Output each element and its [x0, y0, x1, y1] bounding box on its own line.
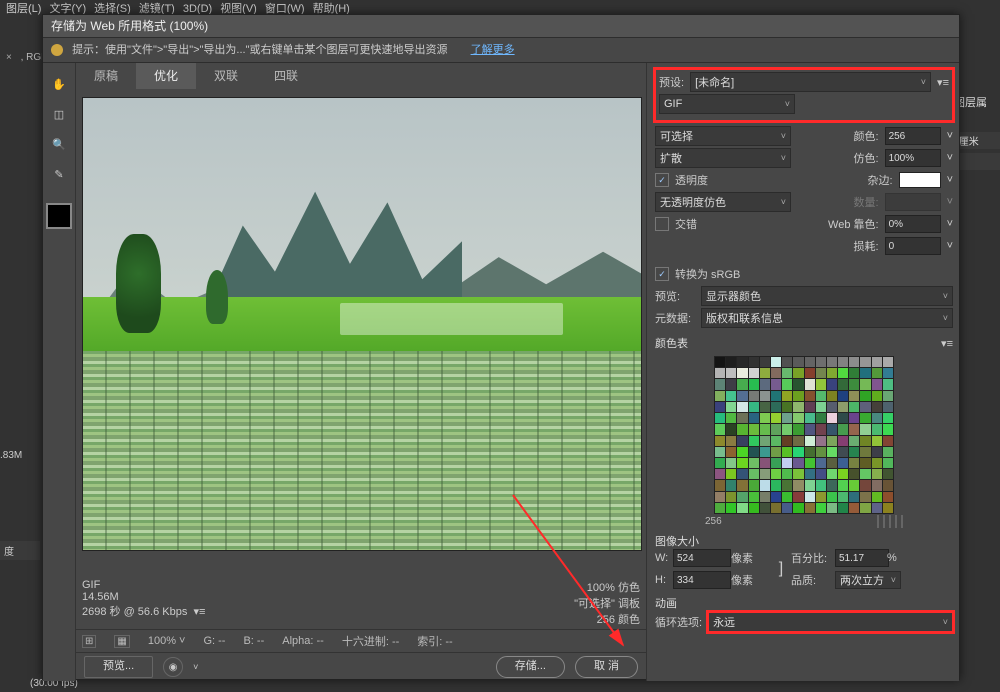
hand-tool-icon[interactable]: ✋ [48, 73, 70, 95]
color-table[interactable] [714, 356, 894, 514]
preview-info: GIF 14.56M 2698 秒 @ 56.6 Kbps ▾≡ 100% 仿色… [76, 575, 646, 629]
dialog-footer: 预览... ◉ ˅ 存储... 取 消 [76, 652, 646, 681]
interlaced-checkbox[interactable] [655, 217, 669, 231]
ct-diamond-icon[interactable] [877, 515, 879, 528]
dialog-title: 存储为 Web 所用格式 (100%) [43, 15, 959, 38]
trans-dither-select[interactable]: 无透明度仿色˅ [655, 192, 791, 212]
dither-input[interactable] [885, 149, 941, 167]
height-input[interactable] [673, 571, 731, 589]
app-menu[interactable]: 图层(L)文字(Y)选择(S)滤镜(T)3D(D)视图(V)窗口(W)帮助(H) [0, 0, 364, 14]
format-select[interactable]: GIF˅ [659, 94, 795, 114]
save-for-web-dialog: 存储为 Web 所用格式 (100%) 提示：使用"文件">"导出">"导出为.… [42, 14, 960, 680]
tab-optimized[interactable]: 优化 [136, 63, 196, 89]
srgb-checkbox[interactable] [655, 267, 669, 281]
settings-panel: 预设: [未命名]˅ ▾≡ GIF˅ 可选择˅ 颜色: ˅ 扩散˅ 仿色: [646, 63, 959, 681]
chevron-down-icon[interactable]: ˅ [193, 662, 198, 672]
preview-profile-select[interactable]: 显示器颜色˅ [701, 286, 953, 306]
preview-button[interactable]: 预览... [84, 656, 153, 678]
metadata-select[interactable]: 版权和联系信息˅ [701, 308, 953, 328]
width-input[interactable] [673, 549, 731, 567]
preview-tabs: 原稿 优化 双联 四联 [76, 63, 646, 89]
ct-trash-icon[interactable] [901, 515, 903, 528]
cancel-button[interactable]: 取 消 [575, 656, 638, 678]
color-table-menu-icon[interactable]: ▾≡ [655, 337, 953, 350]
slice-toggle-icon[interactable]: ▦ [114, 635, 129, 648]
animation-header: 动画 [655, 595, 953, 611]
grid-toggle-icon[interactable]: ⊞ [82, 635, 96, 648]
trans-amount-input [885, 193, 941, 211]
tab-original[interactable]: 原稿 [76, 63, 136, 89]
ct-lock-icon[interactable] [889, 515, 891, 528]
matte-color[interactable] [899, 172, 941, 188]
ct-new-icon[interactable] [895, 515, 897, 528]
dither-method-select[interactable]: 扩散˅ [655, 148, 791, 168]
colors-input[interactable] [885, 127, 941, 145]
browser-icon[interactable]: ◉ [163, 657, 183, 677]
preview-image[interactable] [82, 97, 642, 551]
lightbulb-icon [51, 44, 63, 56]
color-swatch[interactable] [46, 203, 72, 229]
transparency-checkbox[interactable] [655, 173, 669, 187]
left-status: .83M 度 [0, 450, 40, 560]
learn-more-link[interactable]: 了解更多 [471, 44, 515, 56]
zoom-tool-icon[interactable]: 🔍 [48, 133, 70, 155]
zoom-select[interactable]: 100% ˅ [148, 635, 186, 647]
flyout-menu-icon[interactable]: ▾≡ [937, 76, 949, 89]
save-button[interactable]: 存储... [496, 656, 565, 678]
link-icon[interactable]: ] [771, 560, 791, 578]
eyedropper-tool-icon[interactable]: ✎ [48, 163, 70, 185]
reduction-select[interactable]: 可选择˅ [655, 126, 791, 146]
image-size-header: 图像大小 [655, 533, 953, 549]
preset-select[interactable]: [未命名]˅ [690, 72, 931, 92]
lossy-input[interactable] [885, 237, 941, 255]
tab-4up[interactable]: 四联 [256, 63, 316, 89]
close-icon[interactable]: × [6, 52, 12, 63]
quality-select[interactable]: 两次立方˅ [835, 571, 901, 589]
color-count: 256 [705, 516, 722, 527]
slice-tool-icon[interactable]: ◫ [48, 103, 70, 125]
tab-2up[interactable]: 双联 [196, 63, 256, 89]
loop-select[interactable]: 永远˅ [708, 612, 953, 632]
readout-bar: ⊞ ▦ 100% ˅ G: -- B: -- Alpha: -- 十六进制: -… [76, 629, 646, 652]
websnap-input[interactable] [885, 215, 941, 233]
tool-column: ✋ ◫ 🔍 ✎ [43, 63, 76, 681]
ct-cube-icon[interactable] [883, 515, 885, 528]
tip-bar: 提示：使用"文件">"导出">"导出为..."或右键单击某个图层可更快速地导出资… [43, 38, 959, 63]
percent-input[interactable] [835, 549, 889, 567]
